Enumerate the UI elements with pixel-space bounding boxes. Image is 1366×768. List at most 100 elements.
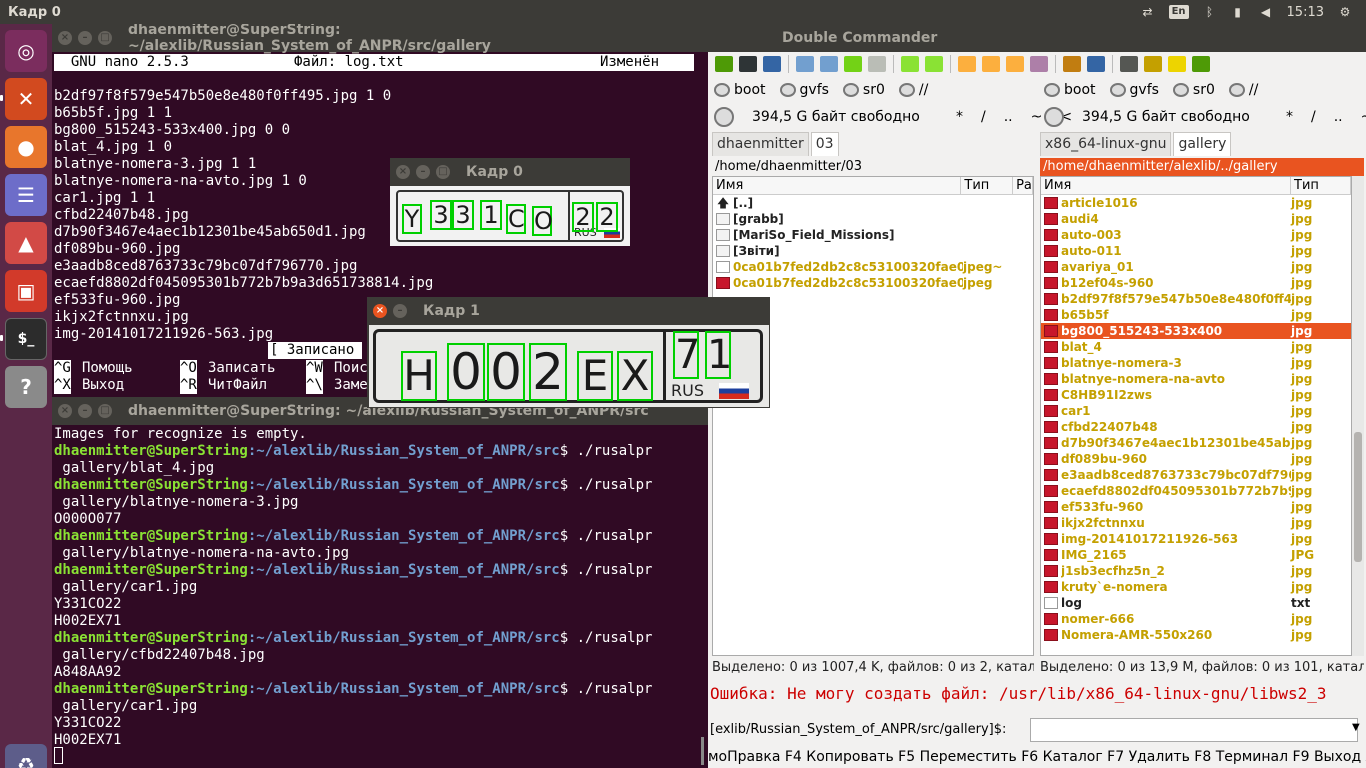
ubuntu-home-icon[interactable]: ◎ — [5, 30, 47, 72]
thumbnails-icon[interactable] — [844, 56, 862, 72]
brief-view-icon[interactable] — [796, 56, 814, 72]
nav-root-button[interactable]: * — [956, 109, 963, 125]
drive-icon[interactable] — [1044, 107, 1064, 127]
nav-up-button[interactable]: .. — [1334, 109, 1343, 125]
bluetooth-icon[interactable]: ᛒ — [1203, 5, 1217, 19]
settings-gear-icon[interactable]: ⚙ — [1338, 5, 1352, 19]
terminal-output[interactable]: Images for recognize is empty. dhaenmitte… — [52, 425, 708, 749]
file-row[interactable]: auto-003 jpg — [1041, 227, 1351, 243]
maximize-icon[interactable]: □ — [98, 404, 112, 418]
unselect-group-icon[interactable] — [982, 56, 1000, 72]
unpack-icon[interactable] — [1087, 56, 1105, 72]
left-file-list[interactable]: Имя Тип Ра 🡅 [..] [grabb] [MariSo_Field_Mis… — [712, 176, 1034, 656]
maximize-icon[interactable]: □ — [436, 165, 450, 179]
file-row[interactable]: b12ef04s-960 jpg — [1041, 275, 1351, 291]
copy-path-icon[interactable] — [901, 56, 919, 72]
tab-03[interactable]: 03 — [810, 132, 839, 156]
multi-rename-icon[interactable] — [1144, 56, 1162, 72]
drive-boot[interactable]: boot — [1044, 82, 1096, 98]
close-icon[interactable]: × — [58, 404, 72, 418]
nav-slash-button[interactable]: / — [981, 109, 986, 125]
maximize-icon[interactable]: □ — [97, 31, 112, 45]
copy-files-icon[interactable] — [1192, 56, 1210, 72]
file-row[interactable]: [Звіти] — [713, 243, 1033, 259]
double-commander-icon[interactable]: ✕ — [5, 78, 47, 120]
close-icon[interactable]: × — [396, 165, 410, 179]
left-path[interactable]: /home/dhaenmitter/03 — [712, 158, 1032, 176]
file-row[interactable]: IMG_2165 JPG — [1041, 547, 1351, 563]
transfer-icon[interactable]: ⇄ — [1141, 5, 1155, 19]
right-scrollbar[interactable] — [1352, 176, 1364, 656]
col-name[interactable]: Имя — [713, 177, 962, 194]
right-path[interactable]: /home/dhaenmitter/alexlib/../gallery — [1040, 158, 1364, 176]
file-row[interactable]: kruty`e-nomera jpg — [1041, 579, 1351, 595]
keyboard-layout-indicator[interactable]: En — [1168, 5, 1189, 19]
frame1-titlebar[interactable]: × – Кадр 1 — [367, 297, 770, 325]
volume-icon[interactable]: ◀ — [1259, 5, 1273, 19]
terminal-icon[interactable]: $_ — [5, 318, 47, 360]
nav-home-button[interactable]: ~ — [1031, 109, 1043, 125]
file-row[interactable]: b2df97f8f579e547b50e8e480f0ff495 jpg — [1041, 291, 1351, 307]
file-row[interactable]: audi4 jpg — [1041, 211, 1351, 227]
tab-x86-64-linux-gnu[interactable]: x86_64-linux-gnu — [1040, 132, 1172, 156]
command-input[interactable] — [1030, 718, 1358, 742]
minimize-icon[interactable]: – — [78, 404, 92, 418]
nav-slash-button[interactable]: / — [1311, 109, 1316, 125]
unknown-app-icon[interactable]: ? — [5, 366, 47, 408]
file-row[interactable]: 🡅 [..] — [713, 195, 1033, 211]
tree-view-icon[interactable] — [868, 56, 886, 72]
options-icon[interactable] — [763, 56, 781, 72]
file-row[interactable]: df089bu-960 jpg — [1041, 451, 1351, 467]
file-row[interactable]: 0ca01b7fed2db2c8c53100320fae04fe jpeg~ — [713, 259, 1033, 275]
drive-sr0[interactable]: sr0 — [842, 82, 885, 98]
drive-icon[interactable] — [714, 107, 734, 127]
drive-gvfs[interactable]: gvfs — [1109, 82, 1159, 98]
terminal-scrollbar[interactable] — [701, 737, 704, 765]
nav-up-button[interactable]: .. — [1004, 109, 1013, 125]
terminal-icon[interactable] — [739, 56, 757, 72]
sync-dirs-icon[interactable] — [1168, 56, 1186, 72]
file-row[interactable]: Nomera-AMR-550x260 jpg — [1041, 627, 1351, 643]
tab-dhaenmitter[interactable]: dhaenmitter — [712, 132, 809, 156]
right-file-list[interactable]: Имя Тип article1016 jpg audi4 jpg auto-003 jp… — [1040, 176, 1352, 656]
file-row[interactable]: ikjx2fctnnxu jpg — [1041, 515, 1351, 531]
clock[interactable]: 15:13 — [1287, 5, 1324, 20]
file-row[interactable]: blatnye-nomera-3 jpg — [1041, 355, 1351, 371]
col-size[interactable]: Ра — [1013, 177, 1033, 194]
file-row[interactable]: nomer-666 jpg — [1041, 611, 1351, 627]
file-row[interactable]: d7b90f3467e4aec1b12301be45ab65...jpg — [1041, 435, 1351, 451]
col-type[interactable]: Тип — [1291, 177, 1351, 194]
file-row[interactable]: log txt — [1041, 595, 1351, 611]
file-row[interactable]: e3aadb8ced8763733c79bc07df7967...jpg — [1041, 467, 1351, 483]
file-row[interactable]: auto-011 jpg — [1041, 243, 1351, 259]
drive-sr0[interactable]: sr0 — [1172, 82, 1215, 98]
file-row[interactable]: ef533fu-960 jpg — [1041, 499, 1351, 515]
scrollbar-thumb[interactable] — [1354, 432, 1362, 562]
image-viewer-icon[interactable]: ▲ — [5, 222, 47, 264]
file-row[interactable]: 0ca01b7fed2db2c8c53100320fae04... jpeg — [713, 275, 1033, 291]
drive-boot[interactable]: boot — [714, 82, 766, 98]
trash-icon[interactable]: ♻ — [5, 744, 47, 768]
tab-gallery[interactable]: gallery — [1173, 132, 1232, 156]
software-center-icon[interactable]: ▣ — [5, 270, 47, 312]
minimize-icon[interactable]: – — [77, 31, 92, 45]
refresh-icon[interactable] — [715, 56, 733, 72]
close-icon[interactable]: × — [58, 31, 72, 45]
file-row[interactable]: car1 jpg — [1041, 403, 1351, 419]
chevron-down-icon[interactable]: ▼ — [1352, 722, 1360, 733]
frame0-titlebar[interactable]: × – □ Кадр 0 — [390, 158, 630, 186]
file-row[interactable]: b65b5f jpg — [1041, 307, 1351, 323]
text-editor-icon[interactable]: ☰ — [5, 174, 47, 216]
file-row[interactable]: blatnye-nomera-na-avto jpg — [1041, 371, 1351, 387]
pack-icon[interactable] — [1063, 56, 1081, 72]
file-row[interactable]: bg800_515243-533x400 jpg — [1041, 323, 1351, 339]
col-type[interactable]: Тип — [961, 177, 1014, 194]
file-row[interactable]: img-20141017211926-563 jpg — [1041, 531, 1351, 547]
invert-selection-icon[interactable] — [1006, 56, 1024, 72]
file-row[interactable]: C8HB91I2zws jpg — [1041, 387, 1351, 403]
battery-icon[interactable]: ▮ — [1231, 5, 1245, 19]
file-row[interactable]: article1016 jpg — [1041, 195, 1351, 211]
dc-titlebar[interactable]: Double Commander — [708, 24, 1366, 52]
minimize-icon[interactable]: – — [416, 165, 430, 179]
select-group-icon[interactable] — [958, 56, 976, 72]
